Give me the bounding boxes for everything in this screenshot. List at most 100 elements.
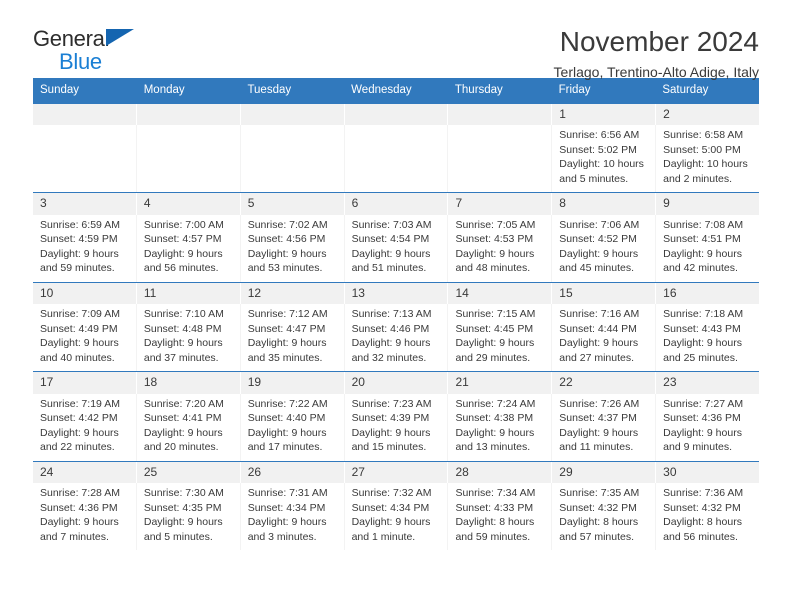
day-cell-24[interactable]: Sunrise: 7:28 AM Sunset: 4:36 PM Daylight:…: [33, 483, 137, 551]
day-cell-2[interactable]: Sunrise: 6:58 AM Sunset: 5:00 PM Daylight:…: [656, 125, 759, 192]
day-sunset-text: Sunset: 4:35 PM: [143, 501, 222, 514]
day-cell-15[interactable]: Sunrise: 7:16 AM Sunset: 4:44 PM Daylight:…: [552, 304, 657, 372]
day-number-21[interactable]: 21: [448, 372, 553, 394]
page-title: November 2024: [559, 26, 759, 57]
day-cell-28[interactable]: Sunrise: 7:34 AM Sunset: 4:33 PM Daylight:…: [448, 483, 553, 551]
day-number-25[interactable]: 25: [137, 461, 241, 484]
day-number-24[interactable]: 24: [33, 461, 137, 484]
day-number-2[interactable]: 2: [656, 104, 759, 126]
day-cell-1[interactable]: Sunrise: 6:56 AM Sunset: 5:02 PM Daylight:…: [552, 125, 657, 193]
day-number-29[interactable]: 29: [552, 461, 657, 484]
day-daylight-2-text: and 25 minutes.: [663, 351, 738, 364]
day-number-12[interactable]: 12: [241, 282, 345, 305]
logo-text-general: General: [33, 26, 110, 51]
day-daylight-1-text: Daylight: 9 hours: [455, 426, 535, 439]
day-cell-empty: [137, 125, 241, 193]
day-number-8[interactable]: 8: [552, 193, 657, 215]
day-number-4[interactable]: 4: [137, 193, 241, 215]
day-daylight-2-text: and 3 minutes.: [247, 530, 317, 543]
day-number-1[interactable]: 1: [552, 103, 657, 126]
day-number-9[interactable]: 9: [656, 193, 759, 215]
day-cell-29[interactable]: Sunrise: 7:35 AM Sunset: 4:32 PM Daylight:…: [552, 483, 657, 551]
day-number-18[interactable]: 18: [137, 372, 241, 394]
day-number-13[interactable]: 13: [345, 282, 449, 305]
day-daylight-2-text: and 32 minutes.: [351, 351, 427, 364]
day-number-7[interactable]: 7: [448, 193, 553, 215]
day-number-19[interactable]: 19: [241, 372, 345, 394]
day-number-3[interactable]: 3: [33, 193, 137, 215]
day-number-17[interactable]: 17: [33, 372, 137, 394]
day-cell-12[interactable]: Sunrise: 7:12 AM Sunset: 4:47 PM Daylight:…: [241, 304, 345, 372]
day-of-week-header-thursday: Thursday: [454, 84, 503, 96]
day-cell-17[interactable]: Sunrise: 7:19 AM Sunset: 4:42 PM Daylight:…: [33, 393, 137, 461]
logo[interactable]: General Blue: [33, 26, 163, 73]
day-cell-7[interactable]: Sunrise: 7:05 AM Sunset: 4:53 PM Daylight:…: [448, 214, 553, 282]
calendar-week-row: 10 11 12 13 14 15 16 Sunrise: 7:09 AM Sunset: 4:…: [33, 282, 759, 373]
day-cell-25[interactable]: Sunrise: 7:30 AM Sunset: 4:35 PM Daylight:…: [137, 483, 241, 551]
day-cell-16[interactable]: Sunrise: 7:18 AM Sunset: 4:43 PM Daylight:…: [656, 304, 759, 371]
day-cell-19[interactable]: Sunrise: 7:22 AM Sunset: 4:40 PM Daylight:…: [241, 393, 345, 461]
day-cell-22[interactable]: Sunrise: 7:26 AM Sunset: 4:37 PM Daylight:…: [552, 393, 657, 461]
day-sunset-text: Sunset: 4:56 PM: [247, 233, 326, 246]
day-cell-23[interactable]: Sunrise: 7:27 AM Sunset: 4:36 PM Daylight:…: [656, 394, 759, 461]
day-daylight-2-text: and 48 minutes.: [455, 262, 531, 275]
day-sunrise-text: Sunrise: 7:13 AM: [351, 308, 432, 321]
day-number-11[interactable]: 11: [137, 282, 241, 305]
day-daylight-1-text: Daylight: 9 hours: [455, 247, 535, 260]
day-cell-11[interactable]: Sunrise: 7:10 AM Sunset: 4:48 PM Daylight:…: [137, 304, 241, 372]
day-sunrise-text: Sunrise: 7:28 AM: [40, 487, 120, 500]
day-cell-18[interactable]: Sunrise: 7:20 AM Sunset: 4:41 PM Daylight:…: [137, 393, 241, 461]
day-of-week-header-sunday: Sunday: [40, 84, 80, 96]
day-daylight-2-text: and 5 minutes.: [143, 530, 213, 543]
day-cell-26[interactable]: Sunrise: 7:31 AM Sunset: 4:34 PM Daylight:…: [241, 483, 345, 551]
day-daylight-2-text: and 42 minutes.: [663, 262, 738, 275]
day-sunset-text: Sunset: 4:38 PM: [455, 412, 534, 425]
day-number-28[interactable]: 28: [448, 461, 553, 484]
day-cell-30[interactable]: Sunrise: 7:36 AM Sunset: 4:32 PM Daylight:…: [656, 483, 759, 550]
day-cell-20[interactable]: Sunrise: 7:23 AM Sunset: 4:39 PM Daylight:…: [345, 393, 449, 461]
day-number-27[interactable]: 27: [345, 461, 449, 484]
day-number-16[interactable]: 16: [656, 283, 759, 305]
day-of-week-header-wednesday: Wednesday: [351, 84, 412, 96]
day-detail-row: Sunrise: 7:19 AM Sunset: 4:42 PM Daylight:…: [33, 393, 759, 461]
day-number-22[interactable]: 22: [552, 372, 657, 394]
day-daylight-2-text: and 37 minutes.: [143, 351, 219, 364]
day-cell-4[interactable]: Sunrise: 7:00 AM Sunset: 4:57 PM Daylight:…: [137, 214, 241, 282]
day-number-6[interactable]: 6: [345, 193, 449, 215]
day-number-26[interactable]: 26: [241, 461, 345, 484]
day-sunset-text: Sunset: 5:00 PM: [663, 143, 741, 156]
day-daylight-2-text: and 40 minutes.: [40, 351, 115, 364]
day-cell-6[interactable]: Sunrise: 7:03 AM Sunset: 4:54 PM Daylight:…: [345, 214, 449, 282]
day-cell-14[interactable]: Sunrise: 7:15 AM Sunset: 4:45 PM Daylight:…: [448, 304, 553, 372]
day-sunset-text: Sunset: 4:45 PM: [455, 322, 534, 335]
day-number-empty: [448, 103, 553, 126]
day-daylight-1-text: Daylight: 9 hours: [40, 516, 119, 529]
day-cell-13[interactable]: Sunrise: 7:13 AM Sunset: 4:46 PM Daylight:…: [345, 304, 449, 372]
day-number-empty: [137, 103, 241, 126]
day-cell-8[interactable]: Sunrise: 7:06 AM Sunset: 4:52 PM Daylight:…: [552, 214, 657, 282]
day-of-week-header-monday: Monday: [143, 84, 185, 96]
day-sunrise-text: Sunrise: 7:35 AM: [559, 487, 640, 500]
day-number-5[interactable]: 5: [241, 193, 345, 215]
day-sunset-text: Sunset: 4:52 PM: [559, 233, 637, 246]
day-number-20[interactable]: 20: [345, 372, 449, 394]
day-cell-10[interactable]: Sunrise: 7:09 AM Sunset: 4:49 PM Daylight:…: [33, 304, 137, 372]
day-sunrise-text: Sunrise: 7:12 AM: [247, 308, 328, 321]
day-number-30[interactable]: 30: [656, 462, 759, 484]
day-cell-27[interactable]: Sunrise: 7:32 AM Sunset: 4:34 PM Daylight:…: [345, 483, 449, 551]
day-sunset-text: Sunset: 4:33 PM: [455, 501, 534, 514]
day-cell-9[interactable]: Sunrise: 7:08 AM Sunset: 4:51 PM Daylight:…: [656, 215, 759, 282]
day-number-row: 3456789: [33, 193, 759, 215]
day-sunrise-text: Sunrise: 7:02 AM: [247, 218, 328, 231]
day-number-23[interactable]: 23: [656, 372, 759, 394]
day-number-15[interactable]: 15: [552, 282, 657, 305]
day-number-14[interactable]: 14: [448, 282, 553, 305]
day-cell-21[interactable]: Sunrise: 7:24 AM Sunset: 4:38 PM Daylight:…: [448, 393, 553, 461]
day-of-week-header-friday: Friday: [558, 84, 591, 96]
day-sunset-text: Sunset: 4:46 PM: [351, 322, 430, 335]
day-daylight-1-text: Daylight: 9 hours: [247, 337, 327, 350]
day-cell-3[interactable]: Sunrise: 6:59 AM Sunset: 4:59 PM Daylight:…: [33, 214, 137, 282]
day-cell-5[interactable]: Sunrise: 7:02 AM Sunset: 4:56 PM Daylight:…: [241, 214, 345, 282]
day-daylight-1-text: Daylight: 9 hours: [351, 426, 431, 439]
day-number-10[interactable]: 10: [33, 282, 137, 305]
